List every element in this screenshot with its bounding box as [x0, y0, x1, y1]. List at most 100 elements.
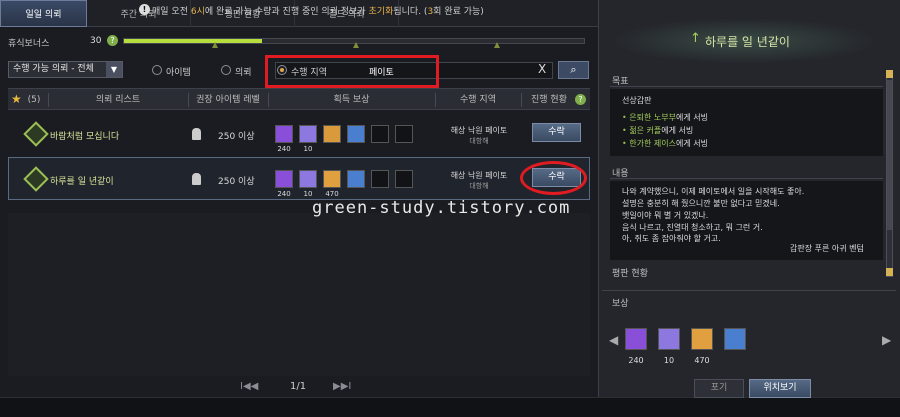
divider — [610, 178, 883, 179]
notice-part: 됩니다. ( — [393, 7, 428, 17]
quest-level: 250 이상 — [218, 177, 255, 187]
list-empty-area — [8, 213, 590, 376]
rest-bonus: 휴식보너스 30 ? — [8, 35, 588, 50]
content-line: 설명은 충분히 해 줬으니깐 불만 없다고 믿겠네. — [622, 199, 780, 208]
chevron-right-icon[interactable]: ▶ — [882, 333, 891, 347]
crystal-icon[interactable] — [658, 328, 680, 350]
quest-icon — [23, 121, 49, 147]
marker-icon — [353, 42, 359, 48]
quest-name: 바람처럼 모십니다 — [50, 132, 120, 142]
abandon-button[interactable]: 포기 — [694, 379, 744, 398]
empty-slot — [371, 170, 389, 188]
table-row[interactable]: 하루를 일 년같이 250 이상 240 10 470 해상 낙원 페이토 대항… — [8, 157, 590, 200]
reward-count: 470 — [325, 190, 339, 198]
info-icon: ! — [139, 4, 150, 15]
goal-title: 선상갑판 — [622, 96, 652, 105]
quest-icon — [23, 166, 49, 192]
col-area: 수행 지역 — [460, 95, 496, 105]
reward-count: 240 — [277, 145, 291, 153]
crystal-icon[interactable] — [299, 125, 317, 143]
accept-button[interactable]: 수락 — [532, 123, 581, 142]
potion-icon[interactable] — [724, 328, 746, 350]
help-icon[interactable]: ? — [575, 94, 586, 105]
crystal-icon[interactable] — [299, 170, 317, 188]
gem-icon[interactable] — [625, 328, 647, 350]
reward-count: 470 — [694, 356, 710, 365]
notice-bar — [0, 397, 900, 417]
star-icon[interactable]: ★ — [11, 92, 22, 106]
locate-button[interactable]: 위치보기 — [749, 379, 811, 398]
token-icon[interactable] — [691, 328, 713, 350]
quest-name: 하루를 일 년같이 — [50, 177, 114, 187]
goal-target: 한가한 제이스 — [629, 139, 676, 148]
content-line: 아, 쥐도 좀 잡아줘야 할 거고. — [622, 234, 721, 243]
radio-item[interactable] — [152, 65, 162, 75]
content-sign: 갑판장 푸른 아귀 벤텀 — [790, 244, 864, 253]
token-icon[interactable] — [323, 170, 341, 188]
scroll-up-icon[interactable] — [886, 70, 893, 78]
rest-bonus-label: 휴식보너스 — [8, 39, 50, 49]
help-icon[interactable]: ? — [107, 35, 118, 46]
goal-item: • 한가한 제이스에게 서빙 — [622, 139, 708, 148]
marker-icon — [494, 42, 500, 48]
goal-action: 에게 서빙 — [661, 126, 694, 135]
scrollbar-thumb[interactable] — [887, 80, 892, 230]
quest-level: 250 이상 — [218, 132, 255, 142]
highlight-oval — [520, 161, 587, 195]
quest-region: 대항해 — [469, 137, 489, 145]
content-line: 음식 나르고, 진열대 청소하고, 뭐 그런 거. — [622, 223, 763, 232]
search-button[interactable]: ⌕ — [558, 61, 589, 79]
content-line: 나와 계약했으니, 이제 페이토에서 일을 시작해도 좋아. — [622, 187, 805, 196]
gem-icon[interactable] — [275, 170, 293, 188]
content-line: 뱃일이야 뭐 별 거 있겠나. — [622, 211, 709, 220]
first-page-button[interactable]: I◀◀ — [240, 381, 258, 392]
empty-slot — [371, 125, 389, 143]
divider — [610, 86, 883, 87]
close-icon[interactable]: X — [538, 62, 546, 76]
notice-text: 매일 오전 6시에 완료 가능 수량과 진행 중인 의뢰 정보가 초기화됩니다.… — [152, 4, 484, 17]
reputation-label: 평판 현황 — [612, 269, 648, 279]
col-level: 권장 아이템 레벨 — [196, 95, 260, 105]
radio-quest-label: 의뢰 — [235, 68, 252, 78]
reward-count: 10 — [303, 190, 313, 198]
table-row[interactable]: 바람처럼 모십니다 250 이상 240 10 해상 낙원 페이토 대항해 수락 — [8, 112, 590, 155]
watermark: green-study.tistory.com — [312, 198, 571, 218]
empty-slot — [395, 170, 413, 188]
page-indicator: 1/1 — [290, 381, 307, 392]
divider — [521, 93, 522, 107]
goal-item: • 은퇴한 노부부에게 서빙 — [622, 113, 708, 122]
empty-slot — [395, 125, 413, 143]
search-icon: ⌕ — [570, 63, 577, 76]
reward-label: 보상 — [612, 299, 629, 309]
potion-icon[interactable] — [347, 170, 365, 188]
marker-icon — [212, 42, 218, 48]
quest-count: (5) — [27, 95, 41, 105]
table-header: ★ (5) 의뢰 리스트 권장 아이템 레벨 획득 보상 수행 지역 진행 현황… — [8, 88, 590, 110]
scroll-down-icon[interactable] — [886, 268, 893, 276]
notice-part: 회 완료 가능) — [433, 7, 484, 17]
detail-title: 하루를 일 년같이 — [705, 35, 790, 49]
goal-action: 에게 서빙 — [675, 139, 708, 148]
reward-count: 10 — [303, 145, 313, 153]
highlight-box — [265, 55, 439, 88]
radio-quest[interactable] — [221, 65, 231, 75]
goal-action: 에게 서빙 — [675, 113, 708, 122]
col-reward: 획득 보상 — [333, 95, 370, 105]
potion-icon[interactable] — [347, 125, 365, 143]
notice-part: 에 완료 가능 수량과 진행 중인 의뢰 정보가 — [204, 7, 369, 17]
goal-target: 젊은 커플 — [629, 126, 662, 135]
reward-count: 240 — [277, 190, 291, 198]
notice-highlight: 초기화 — [368, 7, 394, 17]
gem-icon[interactable] — [275, 125, 293, 143]
last-page-button[interactable]: ▶▶I — [333, 381, 351, 392]
quest-area: 해상 낙원 페이토 — [450, 126, 508, 135]
goal-target: 은퇴한 노부부 — [629, 113, 676, 122]
chest-icon[interactable] — [323, 125, 341, 143]
chevron-down-icon[interactable]: ▼ — [106, 62, 122, 77]
rest-bonus-fill — [124, 39, 262, 43]
tab-daily[interactable]: 일일 의뢰 — [0, 0, 87, 27]
chevron-left-icon[interactable]: ◀ — [609, 333, 618, 347]
reward-count: 10 — [663, 356, 675, 365]
divider — [602, 290, 896, 291]
helmet-icon — [192, 128, 201, 140]
